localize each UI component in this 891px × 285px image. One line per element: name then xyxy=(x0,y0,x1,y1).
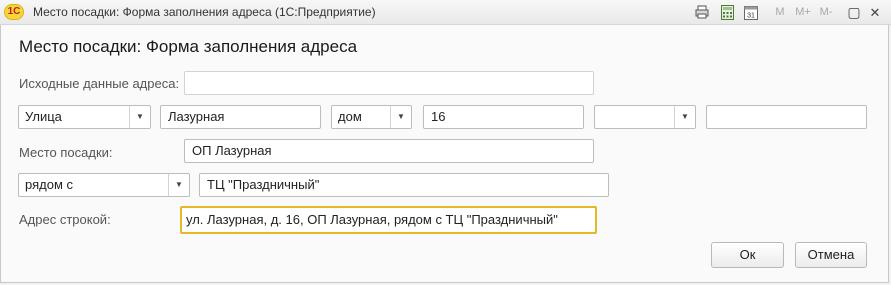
street-type-value: Улица xyxy=(25,109,62,124)
chevron-down-icon[interactable]: ▼ xyxy=(674,106,695,128)
close-window-button[interactable]: ✕ xyxy=(867,5,883,20)
window-title: Место посадки: Форма заполнения адреса (… xyxy=(33,5,376,19)
relation-value: рядом с xyxy=(25,177,73,192)
source-data-field[interactable] xyxy=(184,71,594,95)
printer-icon[interactable] xyxy=(694,5,710,20)
chevron-down-icon[interactable]: ▼ xyxy=(390,106,411,128)
relation-select[interactable]: рядом с ▼ xyxy=(18,173,190,197)
extra-value-field[interactable] xyxy=(706,105,867,129)
calendar-day: 31 xyxy=(747,13,755,20)
window-titlebar: 1С Место посадки: Форма заполнения адрес… xyxy=(0,0,891,25)
house-type-select[interactable]: дом ▼ xyxy=(331,105,412,129)
street-name-field[interactable]: Лазурная xyxy=(160,105,321,129)
chevron-down-icon[interactable]: ▼ xyxy=(129,106,150,128)
landmark-field[interactable]: ТЦ "Праздничный" xyxy=(199,173,609,197)
address-string-field[interactable]: ул. Лазурная, д. 16, ОП Лазурная, рядом … xyxy=(180,206,597,234)
chevron-down-icon[interactable]: ▼ xyxy=(168,174,189,196)
ok-button[interactable]: Ок xyxy=(711,242,784,268)
house-type-value: дом xyxy=(338,109,362,124)
house-number-field[interactable]: 16 xyxy=(423,105,584,129)
memory-minus-button[interactable]: M- xyxy=(816,5,836,20)
restore-window-button[interactable]: ▢ xyxy=(846,5,862,20)
memory-plus-button[interactable]: M+ xyxy=(793,5,813,20)
extra-type-select[interactable]: ▼ xyxy=(594,105,696,129)
place-field[interactable]: ОП Лазурная xyxy=(184,139,594,163)
app-logo-icon: 1С xyxy=(4,4,24,20)
form-heading: Место посадки: Форма заполнения адреса xyxy=(19,37,358,56)
street-type-select[interactable]: Улица ▼ xyxy=(18,105,151,129)
address-label: Адрес строкой: xyxy=(19,212,111,227)
place-label: Место посадки: xyxy=(19,145,113,160)
calculator-icon[interactable] xyxy=(719,5,735,20)
memory-button[interactable]: M xyxy=(772,5,788,20)
calendar-icon[interactable]: 31 xyxy=(743,5,759,20)
source-data-label: Исходные данные адреса: xyxy=(19,76,180,91)
cancel-button[interactable]: Отмена xyxy=(795,242,867,268)
